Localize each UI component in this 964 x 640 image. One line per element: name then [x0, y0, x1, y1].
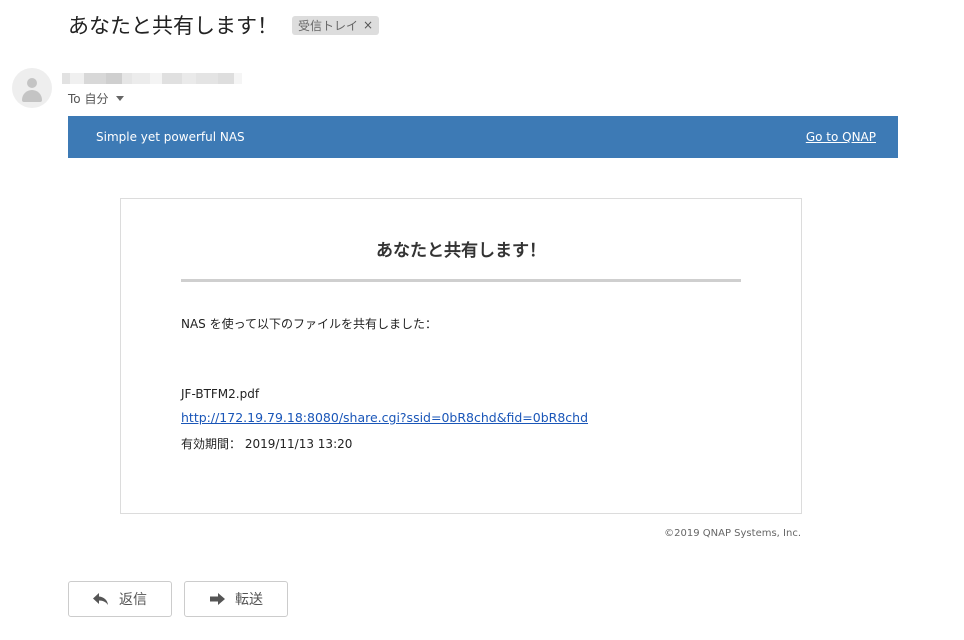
recipient-text: To 自分 [68, 91, 109, 106]
inbox-label-text: 受信トレイ [298, 18, 359, 33]
reply-button[interactable]: 返信 [68, 581, 172, 617]
avatar-body-shape [22, 90, 42, 102]
banner-tagline: Simple yet powerful NAS [96, 130, 245, 144]
avatar-head-shape [27, 78, 37, 88]
share-card: あなたと共有します！ NAS を使って以下のファイルを共有しました： JF-BT… [120, 198, 802, 514]
remove-label-icon[interactable]: × [363, 18, 373, 32]
sender-name-redacted [62, 69, 262, 87]
share-intro-text: NAS を使って以下のファイルを共有しました： [181, 317, 438, 331]
forward-button[interactable]: 転送 [184, 581, 288, 617]
copyright-text: ©2019 QNAP Systems, Inc. [664, 528, 801, 539]
email-subject: あなたと共有します！ [68, 14, 278, 38]
inbox-label-chip[interactable]: 受信トレイ × [292, 15, 380, 35]
reply-label: 返信 [119, 592, 147, 608]
forward-arrow-icon [210, 593, 225, 605]
caret-down-icon [116, 95, 125, 101]
reply-arrow-icon [93, 593, 108, 605]
card-title: あなたと共有します！ [376, 241, 546, 261]
qnap-banner: Simple yet powerful NAS Go to QNAP [68, 116, 898, 158]
shared-file-name: JF-BTFM2.pdf [181, 387, 260, 401]
recipient-dropdown[interactable]: To 自分 [68, 89, 125, 107]
expiry-text: 有効期間： 2019/11/13 13:20 [181, 437, 353, 451]
email-view: あなたと共有します！ 受信トレイ × To 自分 Simple yet powe… [0, 0, 964, 640]
share-url-link[interactable]: http://172.19.79.18:8080/share.cgi?ssid=… [181, 410, 588, 425]
email-subject-row: あなたと共有します！ 受信トレイ × [68, 10, 380, 40]
sender-avatar-person-icon [12, 68, 52, 108]
forward-label: 転送 [235, 592, 263, 608]
title-divider [181, 279, 741, 282]
go-to-qnap-link[interactable]: Go to QNAP [806, 130, 876, 144]
